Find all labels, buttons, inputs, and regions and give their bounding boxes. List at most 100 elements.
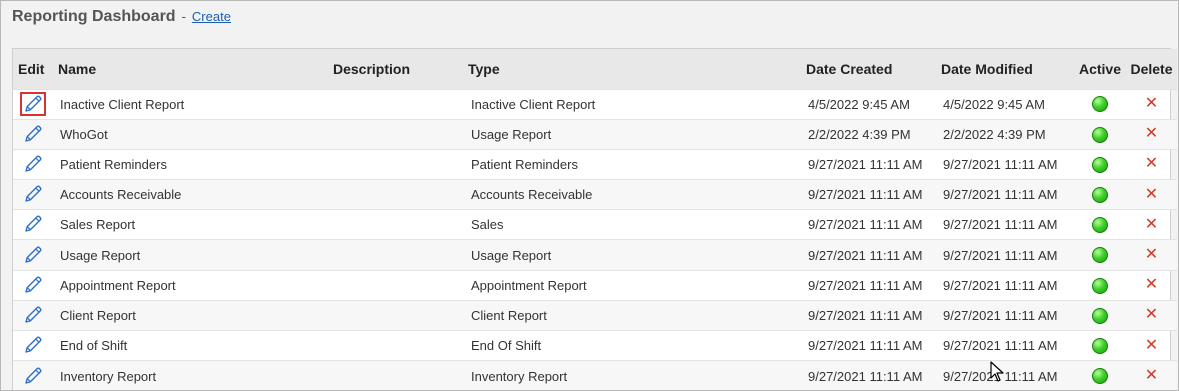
report-description	[333, 240, 468, 270]
edit-cell	[13, 210, 58, 240]
column-header-active[interactable]: Active	[1074, 49, 1126, 89]
delete-icon[interactable]: ✕	[1145, 126, 1158, 142]
edit-cell	[13, 270, 58, 300]
date-modified: 9/27/2021 11:11 AM	[943, 247, 1058, 263]
active-status-icon[interactable]	[1092, 156, 1108, 173]
date-created: 9/27/2021 11:11 AM	[808, 338, 923, 354]
active-cell	[1074, 270, 1126, 300]
report-name: End of Shift	[60, 338, 128, 354]
delete-icon[interactable]: ✕	[1145, 277, 1158, 293]
report-name: Patient Reminders	[60, 156, 167, 172]
active-status-icon[interactable]	[1092, 247, 1108, 264]
delete-cell: ✕	[1126, 270, 1177, 300]
delete-cell: ✕	[1126, 331, 1177, 361]
title-separator: -	[181, 9, 186, 24]
report-description	[333, 210, 468, 240]
delete-icon[interactable]: ✕	[1145, 307, 1158, 323]
date-created: 9/27/2021 11:11 AM	[808, 368, 923, 384]
report-name: Sales Report	[60, 217, 136, 233]
active-cell	[1074, 89, 1126, 119]
table-row: Inactive Client Report Inactive Client Re…	[13, 89, 1177, 119]
column-header-date-created[interactable]: Date Created	[806, 49, 941, 89]
edit-cell	[13, 119, 58, 149]
table-row: Client Report Client Report 9/27/2021 11:1…	[13, 300, 1177, 331]
pencil-icon	[23, 94, 43, 114]
active-status-icon[interactable]	[1092, 277, 1108, 294]
report-name: Inventory Report	[60, 368, 157, 384]
date-modified: 4/5/2022 9:45 AM	[943, 96, 1045, 112]
table-header-row: Edit Name Description Type Date Created …	[13, 49, 1177, 89]
report-description	[333, 119, 468, 149]
edit-button[interactable]	[20, 182, 46, 206]
pencil-icon	[23, 124, 43, 144]
table-row: Inventory Report Inventory Report 9/27/202…	[13, 360, 1177, 390]
column-header-date-modified[interactable]: Date Modified	[941, 49, 1074, 89]
date-modified: 9/27/2021 11:11 AM	[943, 368, 1058, 384]
active-status-icon[interactable]	[1092, 368, 1108, 385]
active-status-icon[interactable]	[1092, 217, 1108, 234]
column-header-name[interactable]: Name	[58, 49, 333, 89]
edit-cell	[13, 180, 58, 210]
page-title: Reporting Dashboard	[12, 8, 176, 25]
delete-icon[interactable]: ✕	[1145, 368, 1158, 384]
active-status-icon[interactable]	[1092, 126, 1108, 143]
delete-icon[interactable]: ✕	[1145, 96, 1158, 112]
report-type: Appointment Report	[471, 277, 587, 293]
delete-icon[interactable]: ✕	[1145, 186, 1158, 203]
report-name: Client Report	[60, 307, 136, 323]
edit-button[interactable]	[20, 91, 46, 116]
delete-icon[interactable]: ✕	[1145, 216, 1158, 233]
report-name: WhoGot	[60, 126, 108, 142]
date-modified: 2/2/2022 4:39 PM	[943, 126, 1046, 142]
reports-table: Edit Name Description Type Date Created …	[12, 48, 1177, 390]
active-status-icon[interactable]	[1092, 186, 1108, 203]
delete-cell: ✕	[1126, 149, 1177, 179]
report-type: Inventory Report	[471, 368, 568, 384]
active-cell	[1074, 180, 1126, 210]
edit-button[interactable]	[20, 273, 46, 297]
report-type: End Of Shift	[471, 338, 542, 354]
report-name: Appointment Report	[60, 277, 176, 293]
column-header-description[interactable]: Description	[333, 49, 468, 89]
delete-cell: ✕	[1126, 119, 1177, 149]
active-status-icon[interactable]	[1092, 307, 1108, 324]
report-type: Inactive Client Report	[471, 96, 596, 112]
date-modified: 9/27/2021 11:11 AM	[943, 338, 1058, 354]
delete-icon[interactable]: ✕	[1145, 337, 1158, 354]
active-cell	[1074, 300, 1126, 330]
active-cell	[1074, 361, 1126, 390]
report-description	[333, 300, 468, 330]
report-description	[333, 149, 468, 179]
pencil-icon	[23, 214, 43, 234]
delete-icon[interactable]: ✕	[1145, 247, 1158, 263]
edit-button[interactable]	[20, 243, 46, 267]
report-type: Sales	[471, 217, 504, 233]
report-description	[333, 89, 468, 119]
active-status-icon[interactable]	[1092, 96, 1108, 113]
table-row: End of Shift End Of Shift 9/27/2021 11:11 …	[13, 330, 1177, 361]
delete-cell: ✕	[1126, 240, 1177, 270]
edit-button[interactable]	[20, 152, 46, 176]
edit-cell	[13, 149, 58, 179]
edit-button[interactable]	[20, 212, 46, 236]
report-type: Usage Report	[471, 126, 552, 142]
edit-button[interactable]	[20, 333, 46, 357]
column-header-type[interactable]: Type	[468, 49, 806, 89]
delete-cell: ✕	[1126, 180, 1177, 210]
date-created: 9/27/2021 11:11 AM	[808, 217, 923, 233]
create-link[interactable]: Create	[192, 9, 231, 24]
edit-button[interactable]	[20, 364, 46, 388]
edit-button[interactable]	[20, 122, 46, 146]
date-modified: 9/27/2021 11:11 AM	[943, 277, 1058, 293]
report-name: Inactive Client Report	[60, 96, 185, 112]
date-modified: 9/27/2021 11:11 AM	[943, 187, 1058, 203]
report-description	[333, 361, 468, 390]
delete-icon[interactable]: ✕	[1145, 156, 1158, 172]
table-row: WhoGot Usage Report 2/2/2022 4:39 PM 2/2/20…	[13, 119, 1177, 150]
report-description	[333, 180, 468, 210]
date-created: 9/27/2021 11:11 AM	[808, 277, 923, 293]
edit-button[interactable]	[20, 303, 46, 327]
active-status-icon[interactable]	[1092, 337, 1108, 354]
report-description	[333, 331, 468, 361]
report-type: Accounts Receivable	[471, 187, 593, 203]
